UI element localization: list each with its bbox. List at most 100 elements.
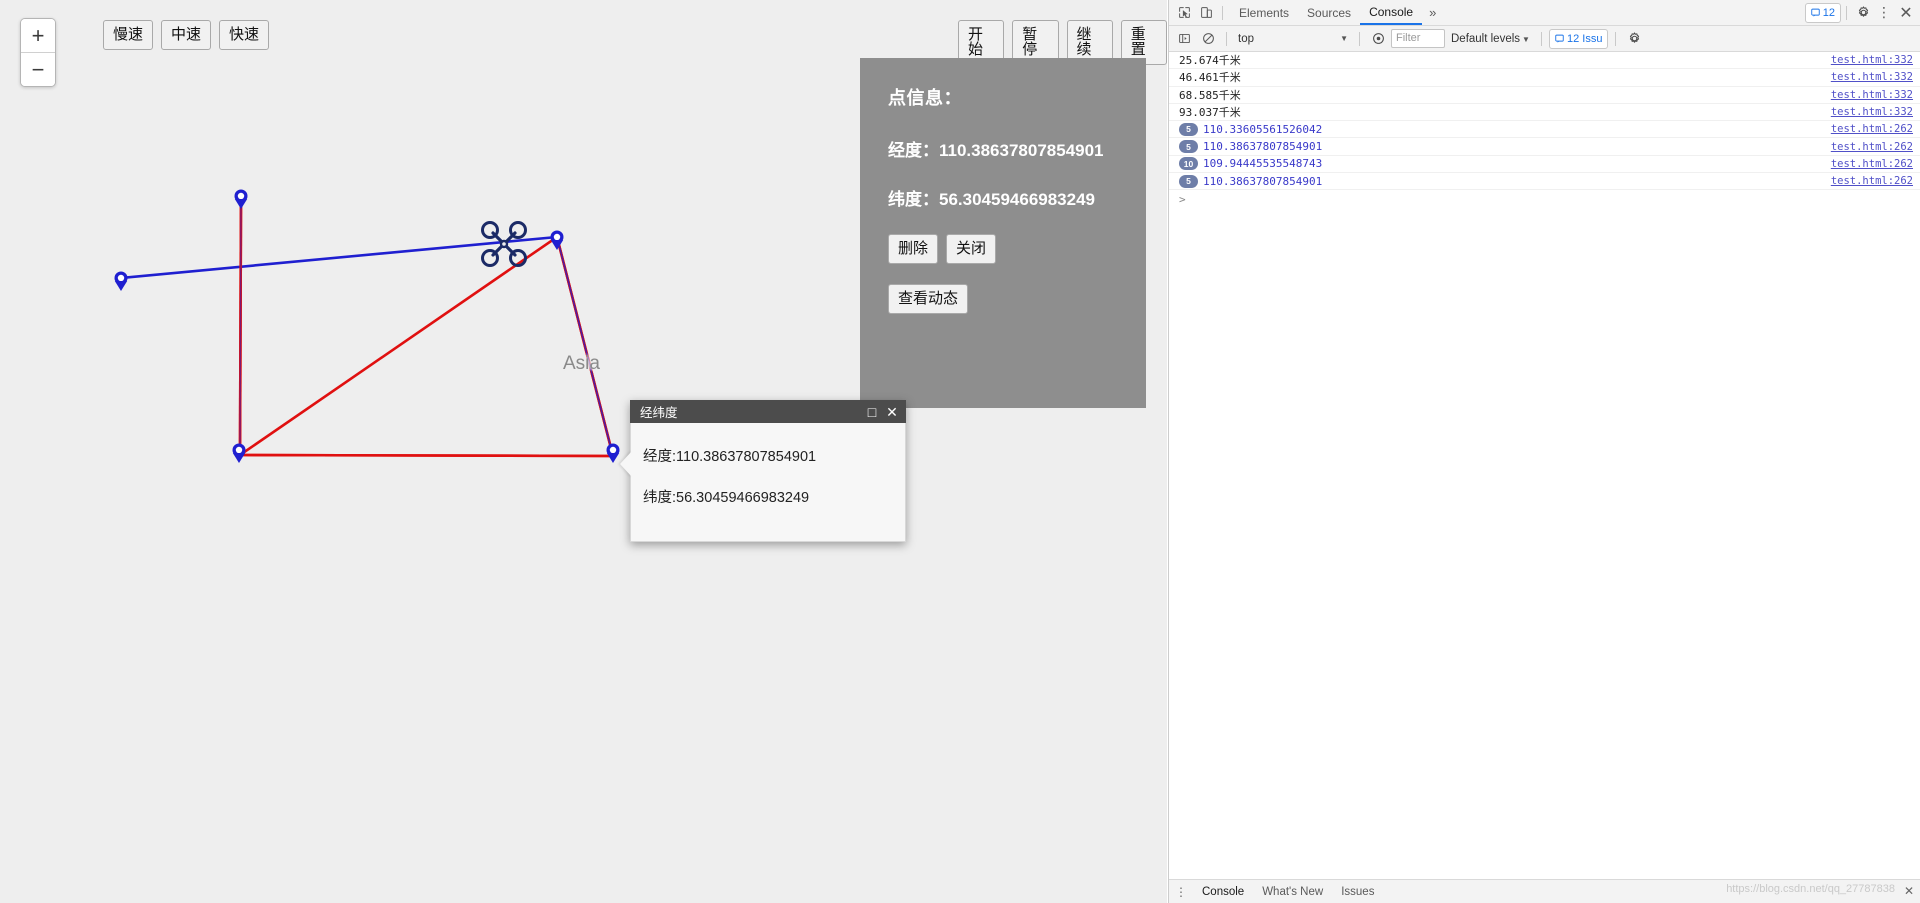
console-log-row[interactable]: 5 110.33605561526042 test.html:262 <box>1169 121 1920 139</box>
view-dynamics-button[interactable]: 查看动态 <box>888 284 969 314</box>
longitude-row: 经度：110.38637807854901 <box>888 136 1146 161</box>
console-log-row[interactable]: 10 109.94445535548743 test.html:262 <box>1169 156 1920 174</box>
chevron-down-icon: ▼ <box>1340 34 1348 43</box>
console-log-text: 46.461千米 <box>1179 71 1241 85</box>
console-log-text: 110.38637807854901 <box>1203 140 1323 154</box>
console-source-link[interactable]: test.html:262 <box>1831 158 1913 170</box>
drawer-close-icon[interactable]: ✕ <box>1901 883 1917 899</box>
dialog-pointer-tail <box>620 451 632 477</box>
console-log-row[interactable]: 5 110.38637807854901 test.html:262 <box>1169 173 1920 191</box>
console-rows: 25.674千米 test.html:332 46.461千米 test.html:3… <box>1169 52 1920 191</box>
filterbar-divider-2 <box>1359 31 1360 46</box>
close-devtools-icon[interactable]: ✕ <box>1895 2 1917 23</box>
close-panel-button[interactable]: 关闭 <box>946 234 997 264</box>
chevron-down-icon-2: ▼ <box>1522 34 1530 44</box>
gear-icon[interactable] <box>1852 2 1874 23</box>
dialog-latitude-line: 纬度:56.30459466983249 <box>643 490 810 506</box>
console-log-text: 93.037千米 <box>1179 106 1241 120</box>
log-level-select[interactable]: Default levels ▼ <box>1447 33 1534 45</box>
point-info-actions: 删除 关闭 <box>888 234 1146 264</box>
console-log-message: 93.037千米 <box>1169 104 1831 120</box>
close-icon[interactable]: ✕ <box>882 402 902 422</box>
longitude-value: 110.38637807854901 <box>939 141 1104 160</box>
issues-icon-2 <box>1555 34 1564 43</box>
console-source-link[interactable]: test.html:262 <box>1831 141 1913 153</box>
application-root: Asia + − 慢速 中速 快速 开始 暂停 继续 重置 点信息： 经度：11… <box>0 0 1920 903</box>
delete-point-button[interactable]: 删除 <box>888 234 939 264</box>
console-source-link[interactable]: test.html:262 <box>1831 123 1913 135</box>
tab-console[interactable]: Console <box>1360 0 1423 25</box>
more-tabs-icon[interactable]: » <box>1422 5 1443 20</box>
zoom-in-button[interactable]: + <box>21 19 55 52</box>
speed-button-bar: 慢速 中速 快速 <box>103 20 270 50</box>
console-filter-bar: top ▼ Filter Default levels ▼ 12 Issu <box>1169 26 1920 52</box>
point-info-title: 点信息： <box>888 88 962 108</box>
dialog-body: 经度:110.38637807854901 纬度:56.304594669832… <box>620 423 906 542</box>
dialog-titlebar[interactable]: 经纬度 □ ✕ <box>630 400 906 423</box>
console-log-list[interactable]: 25.674千米 test.html:332 46.461千米 test.html:3… <box>1169 52 1920 879</box>
clear-console-icon[interactable] <box>1197 28 1219 49</box>
inspect-element-icon[interactable] <box>1173 2 1195 23</box>
map-marker <box>550 230 564 250</box>
console-source-link[interactable]: test.html:332 <box>1831 89 1913 101</box>
drawer-tab-console[interactable]: Console <box>1193 886 1253 898</box>
toolbar-divider <box>1222 5 1223 20</box>
console-settings-eye-icon[interactable] <box>1367 28 1389 49</box>
latitude-label: 纬度： <box>888 190 939 209</box>
console-log-row[interactable]: 93.037千米 test.html:332 <box>1169 104 1920 122</box>
console-repeat-badge: 5 <box>1179 122 1198 136</box>
console-source-link[interactable]: test.html:332 <box>1831 106 1913 118</box>
console-repeat-badge: 5 <box>1179 174 1198 188</box>
console-source-link[interactable]: test.html:332 <box>1831 54 1913 66</box>
devtools-tabstrip: Elements Sources Console » <box>1230 0 1443 25</box>
speed-fast-button[interactable]: 快速 <box>219 20 270 50</box>
console-log-message: 5 110.38637807854901 <box>1169 140 1831 154</box>
zoom-control[interactable]: + − <box>20 18 56 87</box>
drawer-menu-icon[interactable]: ⋮ <box>1173 885 1193 899</box>
console-gear-icon[interactable] <box>1623 28 1645 49</box>
console-source-link[interactable]: test.html:262 <box>1831 175 1913 187</box>
console-log-text: 110.38637807854901 <box>1203 174 1323 188</box>
map-marker <box>114 271 128 291</box>
console-log-row[interactable]: 25.674千米 test.html:332 <box>1169 52 1920 70</box>
more-options-icon[interactable]: ⋮ <box>1874 4 1895 21</box>
console-log-row[interactable]: 46.461千米 test.html:332 <box>1169 69 1920 87</box>
drawer-tab-issues[interactable]: Issues <box>1332 886 1383 898</box>
issues-bar-chip[interactable]: 12 Issu <box>1548 28 1609 49</box>
execution-context-select[interactable]: top ▼ <box>1234 29 1352 48</box>
zoom-out-button[interactable]: − <box>21 52 55 86</box>
console-log-text: 25.674千米 <box>1179 54 1241 68</box>
devtools-panel: Elements Sources Console » 12 ⋮ ✕ top ▼ … <box>1168 0 1920 903</box>
coordinate-dialog[interactable]: 经纬度 □ ✕ 经度:110.38637807854901 纬度:56.3045… <box>620 400 906 542</box>
filterbar-divider-3 <box>1540 31 1542 46</box>
drawer-tab-whats-new[interactable]: What's New <box>1253 886 1332 898</box>
console-prompt[interactable]: > <box>1169 190 1920 208</box>
console-log-row[interactable]: 5 110.38637807854901 test.html:262 <box>1169 138 1920 156</box>
execution-context-value: top <box>1238 32 1254 45</box>
device-toolbar-icon[interactable] <box>1195 2 1217 23</box>
console-log-row[interactable]: 68.585千米 test.html:332 <box>1169 87 1920 104</box>
maximize-icon[interactable]: □ <box>862 402 882 422</box>
map-pane[interactable]: Asia + − 慢速 中速 快速 开始 暂停 继续 重置 点信息： 经度：11… <box>0 0 1167 903</box>
tab-sources[interactable]: Sources <box>1298 1 1360 25</box>
toolbar-divider-2 <box>1846 5 1847 20</box>
filter-input[interactable]: Filter <box>1391 29 1445 48</box>
console-sidebar-icon[interactable] <box>1173 28 1195 49</box>
latitude-row: 纬度：56.30459466983249 <box>888 185 1146 210</box>
issues-count-badge[interactable]: 12 <box>1804 2 1841 23</box>
tab-elements[interactable]: Elements <box>1230 1 1298 25</box>
console-log-message: 68.585千米 <box>1169 87 1831 103</box>
speed-slow-button[interactable]: 慢速 <box>103 20 154 50</box>
log-level-value: Default levels <box>1451 32 1521 45</box>
speed-medium-button[interactable]: 中速 <box>161 20 212 50</box>
devtools-drawer-tabs: ⋮ Console What's New Issues https://blog… <box>1169 879 1920 903</box>
longitude-label: 经度： <box>888 141 939 160</box>
console-log-message: 5 110.38637807854901 <box>1169 174 1831 188</box>
map-marker <box>234 189 248 209</box>
issues-bar-text: 12 Issu <box>1566 32 1603 45</box>
console-source-link[interactable]: test.html:332 <box>1831 71 1913 83</box>
console-log-message: 25.674千米 <box>1169 52 1831 68</box>
console-log-message: 46.461千米 <box>1169 69 1831 85</box>
filterbar-divider <box>1226 31 1227 46</box>
issues-count-text: 12 <box>1822 6 1835 19</box>
